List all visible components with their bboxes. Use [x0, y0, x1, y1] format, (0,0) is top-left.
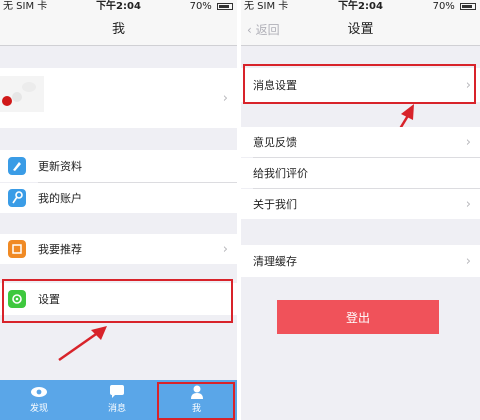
- chat-icon: [110, 385, 124, 398]
- menu-item-label: 给我们评价: [253, 167, 308, 180]
- menu-item-label: 消息设置: [253, 79, 297, 92]
- status-bar: 无 SIM 卡 下午2:04 70%: [241, 0, 480, 14]
- page-title: 我: [111, 22, 125, 37]
- page-title: 设置: [347, 22, 374, 37]
- chevron-right-icon: ›: [465, 134, 471, 150]
- menu-item-label: 设置: [38, 293, 60, 306]
- menu-item-label: 更新资料: [38, 160, 82, 173]
- person-icon: [190, 385, 203, 399]
- tab-me[interactable]: 我: [156, 380, 237, 420]
- tab-bar: 发现 消息 我: [0, 380, 237, 420]
- chevron-right-icon: ›: [465, 77, 471, 93]
- battery-icon: [217, 2, 233, 10]
- gear-icon: [8, 290, 26, 308]
- menu-item-label: 我的账户: [38, 192, 82, 205]
- menu-item-settings[interactable]: 设置: [0, 283, 237, 315]
- me-screen: 无 SIM 卡 下午2:04 70% 我 › 更新资料 我的账户 我要推荐 › …: [0, 0, 237, 420]
- tab-label: 消息: [107, 404, 126, 414]
- tab-label: 发现: [29, 404, 48, 414]
- menu-item-label: 我要推荐: [38, 243, 82, 256]
- eye-icon: [31, 387, 47, 397]
- tab-label: 我: [191, 404, 201, 414]
- chevron-right-icon: ›: [465, 253, 471, 269]
- menu-item-update-profile[interactable]: 更新资料: [0, 150, 237, 182]
- menu-item-label: 清理缓存: [253, 255, 297, 268]
- avatar: [0, 76, 44, 112]
- nav-bar: 我: [0, 14, 237, 46]
- menu-item-clear-cache[interactable]: 清理缓存 ›: [241, 245, 480, 277]
- key-icon: [8, 189, 26, 207]
- menu-item-feedback[interactable]: 意见反馈 ›: [241, 127, 480, 157]
- tab-discover[interactable]: 发现: [0, 380, 78, 420]
- battery-percent: 70%: [432, 1, 455, 12]
- chevron-right-icon: ›: [465, 196, 471, 212]
- pencil-icon: [8, 157, 26, 175]
- menu-item-about-us[interactable]: 关于我们 ›: [241, 189, 480, 219]
- logout-button[interactable]: 登出: [277, 300, 439, 334]
- pointer-arrow: [58, 326, 107, 362]
- battery-indicator: 70%: [433, 0, 476, 14]
- menu-item-rate-us[interactable]: 给我们评价: [241, 158, 480, 188]
- menu-item-label: 关于我们: [253, 198, 297, 211]
- settings-screen: 无 SIM 卡 下午2:04 70% ‹ 返回 设置 消息设置 › 意见反馈 ›…: [241, 0, 480, 420]
- battery-percent: 70%: [189, 1, 212, 12]
- menu-item-my-account[interactable]: 我的账户: [0, 183, 237, 213]
- battery-icon: [460, 2, 476, 10]
- menu-item-message-settings[interactable]: 消息设置 ›: [241, 68, 480, 102]
- menu-item-recommend[interactable]: 我要推荐 ›: [0, 234, 237, 264]
- profile-row[interactable]: ›: [0, 68, 237, 128]
- tab-messages[interactable]: 消息: [78, 380, 156, 420]
- nav-bar: ‹ 返回 设置: [241, 14, 480, 46]
- battery-indicator: 70%: [190, 0, 233, 14]
- status-bar: 无 SIM 卡 下午2:04 70%: [0, 0, 237, 14]
- chevron-right-icon: ›: [222, 241, 228, 257]
- recommend-icon: [8, 240, 26, 258]
- menu-item-label: 意见反馈: [253, 136, 297, 149]
- chevron-right-icon: ›: [222, 90, 228, 106]
